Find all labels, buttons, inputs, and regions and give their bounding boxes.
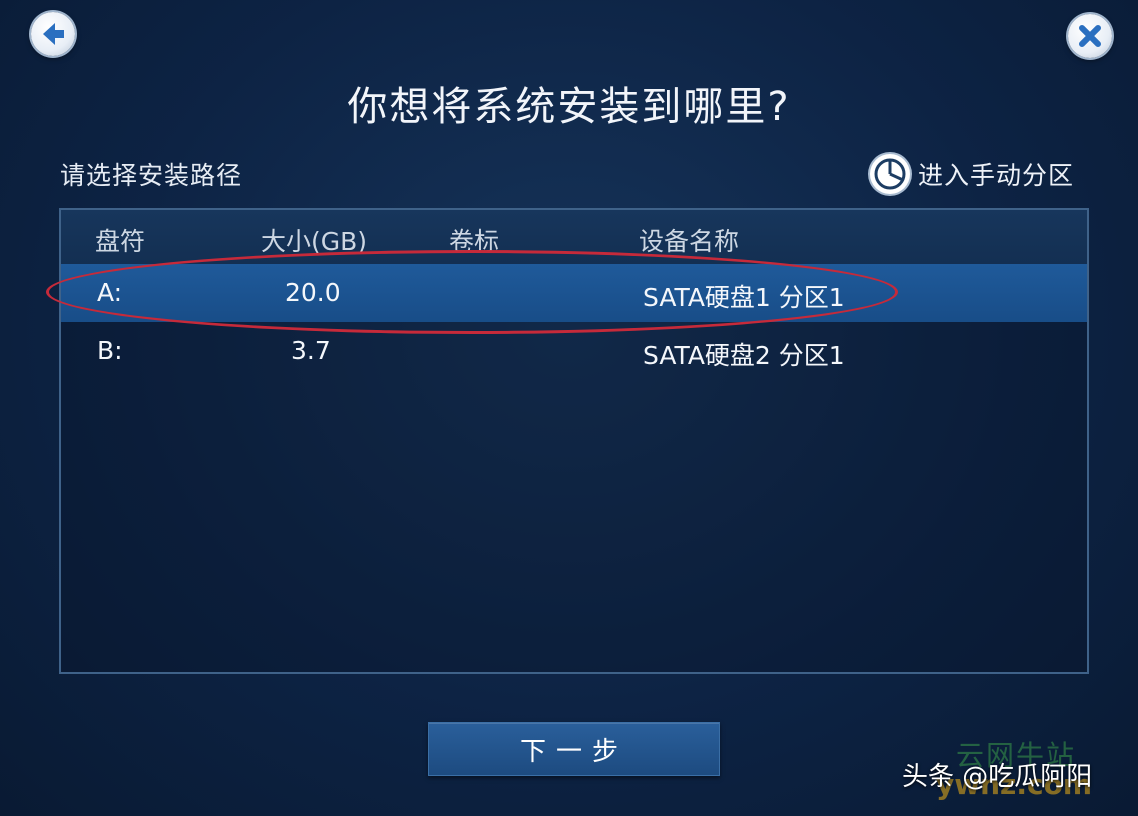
column-header-device: 设备名称 <box>639 227 740 256</box>
manual-partition-button[interactable]: 进入手动分区 <box>870 152 1074 196</box>
back-button[interactable] <box>31 12 75 56</box>
next-button[interactable]: 下一步 <box>428 722 720 776</box>
close-button[interactable] <box>1068 14 1112 58</box>
table-header: 盘符 大小(GB) 卷标 设备名称 <box>61 210 1087 264</box>
pie-chart-icon <box>870 154 910 194</box>
row-drive: B: <box>97 336 123 365</box>
manual-partition-label: 进入手动分区 <box>918 161 1075 190</box>
column-header-drive: 盘符 <box>95 227 146 256</box>
column-header-size: 大小(GB) <box>261 227 368 256</box>
row-size: 3.7 <box>291 336 331 365</box>
back-arrow-icon <box>43 23 64 45</box>
row-size: 20.0 <box>285 278 341 307</box>
partition-table: 盘符 大小(GB) 卷标 设备名称 A: 20.0 SATA硬盘1 分区1 B:… <box>59 208 1089 674</box>
install-path-label: 请选择安装路径 <box>60 161 243 190</box>
table-row[interactable]: A: 20.0 SATA硬盘1 分区1 <box>61 264 1087 322</box>
row-device: SATA硬盘2 分区1 <box>643 341 845 370</box>
row-drive: A: <box>97 278 123 307</box>
page-title: 你想将系统安装到哪里? <box>347 84 791 130</box>
column-header-label: 卷标 <box>449 227 500 256</box>
close-icon <box>1079 25 1101 47</box>
table-row[interactable]: B: 3.7 SATA硬盘2 分区1 <box>61 322 1087 380</box>
row-device: SATA硬盘1 分区1 <box>643 283 845 312</box>
watermark-author: 头条 @吃瓜阿阳 <box>902 762 1093 792</box>
